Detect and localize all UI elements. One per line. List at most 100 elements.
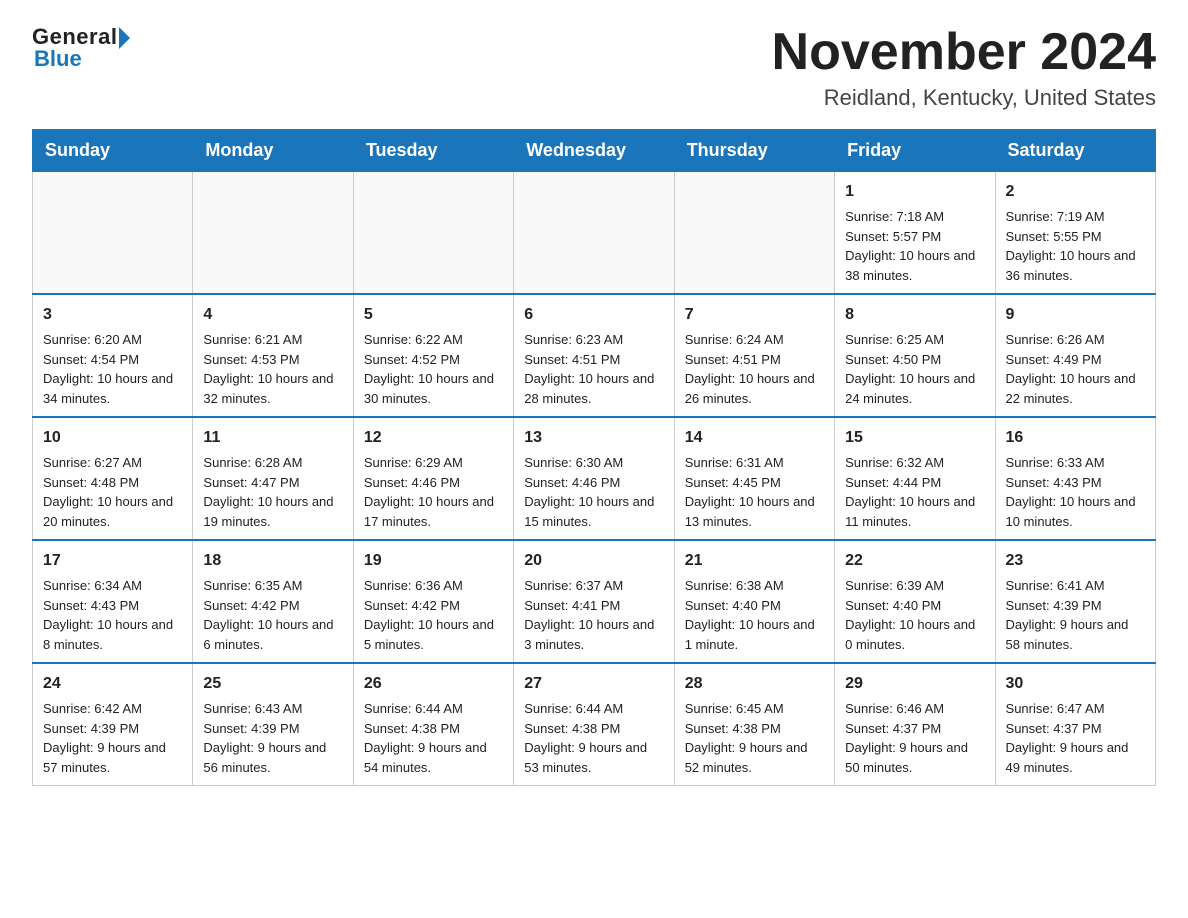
- sunset-text: Sunset: 4:45 PM: [685, 475, 781, 490]
- calendar-cell: 4Sunrise: 6:21 AMSunset: 4:53 PMDaylight…: [193, 294, 353, 417]
- daylight-text: Daylight: 10 hours and 26 minutes.: [685, 371, 815, 406]
- month-title: November 2024: [772, 24, 1156, 81]
- page-header: General Blue November 2024 Reidland, Ken…: [32, 24, 1156, 111]
- sunset-text: Sunset: 4:40 PM: [845, 598, 941, 613]
- sunset-text: Sunset: 4:49 PM: [1006, 352, 1102, 367]
- day-number: 20: [524, 549, 663, 573]
- sunrise-text: Sunrise: 6:31 AM: [685, 455, 784, 470]
- sunset-text: Sunset: 4:48 PM: [43, 475, 139, 490]
- calendar-cell: 16 Sunrise: 6:33 AM Sunset: 4:43 PM Dayligh…: [995, 417, 1155, 540]
- weekday-header-saturday: Saturday: [995, 130, 1155, 172]
- weekday-header-sunday: Sunday: [33, 130, 193, 172]
- daylight-text: Daylight: 10 hours and 30 minutes.: [364, 371, 494, 406]
- sunset-text: Sunset: 4:54 PM: [43, 352, 139, 367]
- sunrise-text: Sunrise: 6:20 AM: [43, 332, 142, 347]
- daylight-text: Daylight: 10 hours and 6 minutes.: [203, 617, 333, 652]
- calendar-cell: 7Sunrise: 6:24 AMSunset: 4:51 PMDaylight…: [674, 294, 834, 417]
- daylight-text: Daylight: 10 hours and 36 minutes.: [1006, 248, 1136, 283]
- sunset-text: Sunset: 4:52 PM: [364, 352, 460, 367]
- calendar-cell: [514, 172, 674, 295]
- calendar-week-row: 17Sunrise: 6:34 AMSunset: 4:43 PMDayligh…: [33, 540, 1156, 663]
- sunset-text: Sunset: 4:51 PM: [685, 352, 781, 367]
- calendar-cell: 30Sunrise: 6:47 AMSunset: 4:37 PMDayligh…: [995, 663, 1155, 786]
- sunrise-text: Sunrise: 6:44 AM: [364, 701, 463, 716]
- calendar-week-row: 24Sunrise: 6:42 AMSunset: 4:39 PMDayligh…: [33, 663, 1156, 786]
- sunset-text: Sunset: 4:37 PM: [1006, 721, 1102, 736]
- calendar-cell: 25Sunrise: 6:43 AMSunset: 4:39 PMDayligh…: [193, 663, 353, 786]
- calendar-cell: 5Sunrise: 6:22 AMSunset: 4:52 PMDaylight…: [353, 294, 513, 417]
- sunrise-text: Sunrise: 6:24 AM: [685, 332, 784, 347]
- sunset-text: Sunset: 4:39 PM: [1006, 598, 1102, 613]
- day-number: 17: [43, 549, 182, 573]
- daylight-text: Daylight: 10 hours and 19 minutes.: [203, 494, 333, 529]
- day-number: 30: [1006, 672, 1145, 696]
- daylight-text: Daylight: 10 hours and 8 minutes.: [43, 617, 173, 652]
- daylight-text: Daylight: 10 hours and 13 minutes.: [685, 494, 815, 529]
- day-number: 9: [1006, 303, 1145, 327]
- daylight-text: Daylight: 10 hours and 24 minutes.: [845, 371, 975, 406]
- sunrise-text: Sunrise: 6:38 AM: [685, 578, 784, 593]
- daylight-text: Daylight: 9 hours and 52 minutes.: [685, 740, 808, 775]
- daylight-text: Daylight: 9 hours and 50 minutes.: [845, 740, 968, 775]
- sunset-text: Sunset: 4:38 PM: [685, 721, 781, 736]
- sunrise-text: Sunrise: 6:44 AM: [524, 701, 623, 716]
- sunset-text: Sunset: 4:50 PM: [845, 352, 941, 367]
- daylight-text: Daylight: 9 hours and 56 minutes.: [203, 740, 326, 775]
- day-number: 12: [364, 426, 503, 450]
- calendar-cell: 6Sunrise: 6:23 AMSunset: 4:51 PMDaylight…: [514, 294, 674, 417]
- sunset-text: Sunset: 4:53 PM: [203, 352, 299, 367]
- daylight-text: Daylight: 10 hours and 17 minutes.: [364, 494, 494, 529]
- daylight-text: Daylight: 10 hours and 1 minute.: [685, 617, 815, 652]
- daylight-text: Daylight: 10 hours and 15 minutes.: [524, 494, 654, 529]
- daylight-text: Daylight: 10 hours and 3 minutes.: [524, 617, 654, 652]
- sunrise-text: Sunrise: 6:46 AM: [845, 701, 944, 716]
- day-number: 19: [364, 549, 503, 573]
- day-number: 16: [1006, 426, 1145, 450]
- sunset-text: Sunset: 4:42 PM: [203, 598, 299, 613]
- day-number: 5: [364, 303, 503, 327]
- sunset-text: Sunset: 4:43 PM: [1006, 475, 1102, 490]
- day-number: 26: [364, 672, 503, 696]
- day-number: 18: [203, 549, 342, 573]
- calendar-cell: 2Sunrise: 7:19 AMSunset: 5:55 PMDaylight…: [995, 172, 1155, 295]
- calendar-cell: [674, 172, 834, 295]
- day-number: 10: [43, 426, 182, 450]
- calendar-cell: [33, 172, 193, 295]
- day-number: 2: [1006, 180, 1145, 204]
- sunset-text: Sunset: 5:55 PM: [1006, 229, 1102, 244]
- sunrise-text: Sunrise: 6:45 AM: [685, 701, 784, 716]
- sunrise-text: Sunrise: 6:43 AM: [203, 701, 302, 716]
- sunrise-text: Sunrise: 6:47 AM: [1006, 701, 1105, 716]
- daylight-text: Daylight: 10 hours and 5 minutes.: [364, 617, 494, 652]
- day-number: 1: [845, 180, 984, 204]
- sunset-text: Sunset: 4:38 PM: [524, 721, 620, 736]
- daylight-text: Daylight: 9 hours and 58 minutes.: [1006, 617, 1129, 652]
- daylight-text: Daylight: 10 hours and 10 minutes.: [1006, 494, 1136, 529]
- weekday-header-friday: Friday: [835, 130, 995, 172]
- sunrise-text: Sunrise: 6:23 AM: [524, 332, 623, 347]
- sunrise-text: Sunrise: 6:21 AM: [203, 332, 302, 347]
- sunrise-text: Sunrise: 6:25 AM: [845, 332, 944, 347]
- day-number: 8: [845, 303, 984, 327]
- day-number: 25: [203, 672, 342, 696]
- weekday-header-thursday: Thursday: [674, 130, 834, 172]
- sunrise-text: Sunrise: 6:32 AM: [845, 455, 944, 470]
- calendar-cell: 8 Sunrise: 6:25 AM Sunset: 4:50 PM Daylight…: [835, 294, 995, 417]
- sunset-text: Sunset: 4:38 PM: [364, 721, 460, 736]
- daylight-text: Daylight: 10 hours and 22 minutes.: [1006, 371, 1136, 406]
- calendar-cell: 15Sunrise: 6:32 AMSunset: 4:44 PMDayligh…: [835, 417, 995, 540]
- daylight-text: Daylight: 10 hours and 20 minutes.: [43, 494, 173, 529]
- daylight-text: Daylight: 10 hours and 28 minutes.: [524, 371, 654, 406]
- daylight-text: Daylight: 10 hours and 0 minutes.: [845, 617, 975, 652]
- calendar-cell: 17Sunrise: 6:34 AMSunset: 4:43 PMDayligh…: [33, 540, 193, 663]
- calendar-week-row: 1Sunrise: 7:18 AMSunset: 5:57 PMDaylight…: [33, 172, 1156, 295]
- sunrise-text: Sunrise: 6:33 AM: [1006, 455, 1105, 470]
- calendar-week-row: 3Sunrise: 6:20 AMSunset: 4:54 PMDaylight…: [33, 294, 1156, 417]
- sunrise-text: Sunrise: 6:35 AM: [203, 578, 302, 593]
- sunrise-text: Sunrise: 7:18 AM: [845, 209, 944, 224]
- calendar-cell: 20Sunrise: 6:37 AMSunset: 4:41 PMDayligh…: [514, 540, 674, 663]
- daylight-text: Daylight: 9 hours and 54 minutes.: [364, 740, 487, 775]
- day-number: 14: [685, 426, 824, 450]
- calendar-header-row: SundayMondayTuesdayWednesdayThursdayFrid…: [33, 130, 1156, 172]
- calendar-cell: 12Sunrise: 6:29 AMSunset: 4:46 PMDayligh…: [353, 417, 513, 540]
